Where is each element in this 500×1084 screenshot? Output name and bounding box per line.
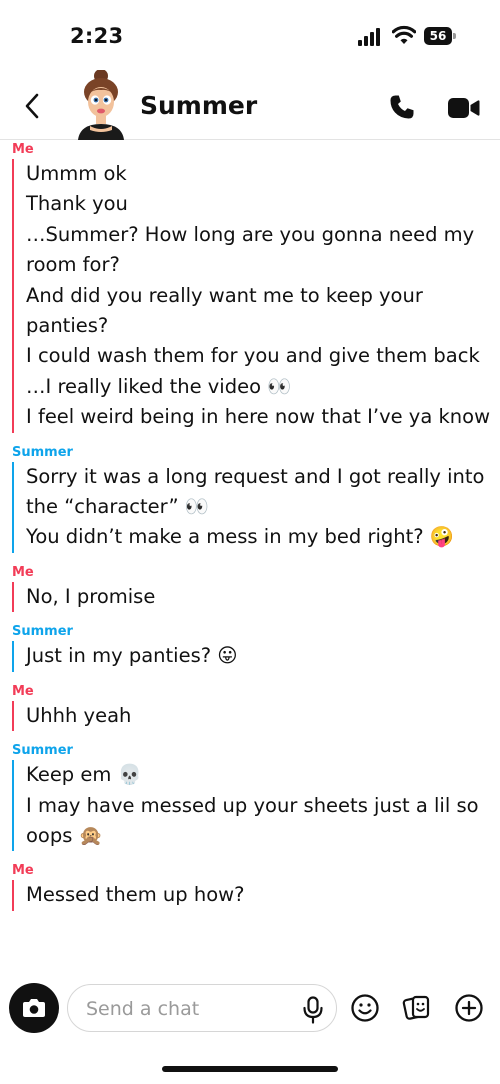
phone-call-icon[interactable] <box>388 93 416 121</box>
cellular-signal-icon <box>358 28 384 46</box>
message-group: Me Uhhh yeah <box>0 682 500 732</box>
chat-input[interactable] <box>86 995 286 1023</box>
sender-label: Me <box>12 564 34 580</box>
message-list[interactable]: Me Ummm ok Thank you …Summer? How long a… <box>0 140 500 975</box>
message-bubble[interactable]: Messed them up how? <box>12 880 500 911</box>
message-group: Summer Just in my panties? 😛 <box>0 622 500 672</box>
message-text: Thank you <box>26 192 128 216</box>
sticker-cards-icon[interactable] <box>402 993 432 1023</box>
message-text: Just in my panties? 😛 <box>26 644 238 668</box>
message-text: I could wash them for you and give them … <box>26 344 480 368</box>
status-bar: 2:23 56 <box>0 0 500 70</box>
wifi-icon <box>392 25 416 44</box>
microphone-icon[interactable] <box>302 996 324 1024</box>
message-bubble[interactable]: Uhhh yeah <box>12 700 500 732</box>
message-bubble[interactable]: Ummm ok Thank you …Summer? How long are … <box>12 159 500 433</box>
message-bubble[interactable]: Sorry it was a long request and I got re… <box>12 461 500 553</box>
message-text: You didn’t make a mess in my bed right? … <box>26 525 455 549</box>
message-group: Summer Sorry it was a long request and I… <box>0 443 500 553</box>
battery-icon: 56 <box>424 27 456 45</box>
sender-label: Me <box>12 863 34 879</box>
status-time: 2:23 <box>70 24 124 48</box>
message-group: Me Ummm ok Thank you …Summer? How long a… <box>0 140 500 433</box>
sender-label: Summer <box>12 444 73 460</box>
sender-label: Me <box>12 142 34 157</box>
video-call-icon[interactable] <box>448 97 480 119</box>
message-text: No, I promise <box>26 584 156 608</box>
message-bubble[interactable]: Just in my panties? 😛 <box>12 641 500 672</box>
home-indicator[interactable] <box>162 1066 338 1072</box>
message-text: Ummm ok <box>26 162 127 185</box>
message-group: Me Messed them up how? <box>0 861 500 911</box>
chat-header: Summer <box>0 70 500 140</box>
message-text: I may have messed up your sheets just a … <box>26 793 479 847</box>
sender-label: Summer <box>12 624 73 640</box>
message-text: Sorry it was a long request and I got re… <box>26 464 485 519</box>
message-text: Keep em 💀 <box>26 763 142 787</box>
message-group: Me No, I promise <box>0 563 500 613</box>
sender-label: Me <box>12 683 34 699</box>
camera-button[interactable] <box>9 983 59 1033</box>
emoji-smiley-icon[interactable] <box>350 993 380 1023</box>
message-text: I feel weird being in here now that I’ve… <box>26 405 491 429</box>
message-text: And did you really want me to keep your … <box>26 283 423 338</box>
message-bubble[interactable]: Keep em 💀 I may have messed up your shee… <box>12 760 500 852</box>
chat-input-bar <box>0 975 500 1045</box>
message-text: Uhhh yeah <box>26 703 132 727</box>
bitmoji-avatar-icon[interactable] <box>70 70 132 140</box>
message-text: …Summer? How long are you gonna need my … <box>26 222 475 277</box>
message-text: …I really liked the video 👀 <box>26 374 292 398</box>
sender-label: Summer <box>12 743 73 759</box>
add-plus-icon[interactable] <box>454 993 484 1023</box>
battery-level: 56 <box>424 27 452 45</box>
camera-icon <box>23 999 45 1017</box>
chat-input-container[interactable] <box>67 984 337 1032</box>
message-bubble[interactable]: No, I promise <box>12 581 500 613</box>
back-chevron-icon[interactable] <box>22 92 42 120</box>
message-text: Messed them up how? <box>26 883 245 907</box>
contact-name[interactable]: Summer <box>140 91 257 120</box>
message-group: Summer Keep em 💀 I may have messed up yo… <box>0 741 500 852</box>
